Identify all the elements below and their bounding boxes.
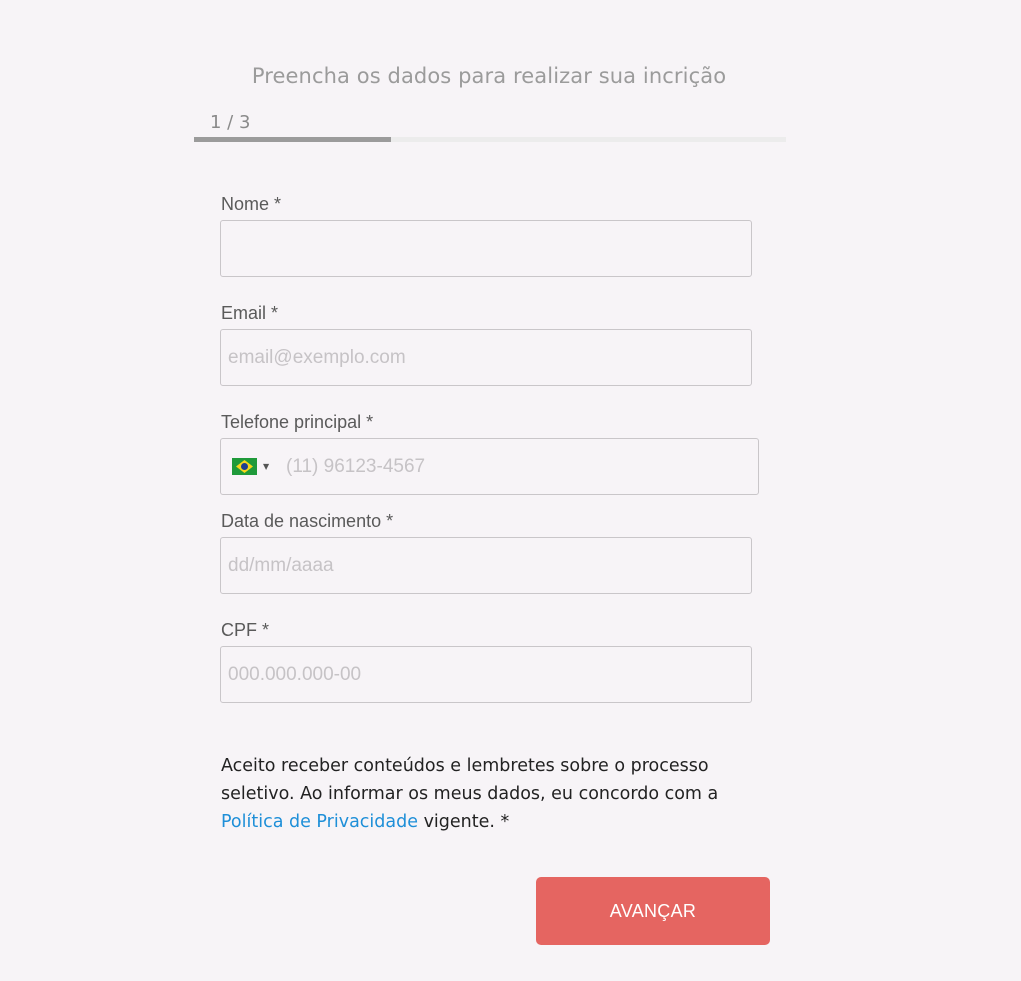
birthdate-input[interactable] — [221, 538, 751, 593]
consent-text-before: Aceito receber conteúdos e lembretes sob… — [221, 756, 719, 804]
consent-text-after: vigente. * — [418, 812, 510, 832]
cpf-label: CPF * — [221, 620, 270, 640]
email-field-container — [220, 329, 752, 386]
next-button[interactable]: AVANÇAR — [536, 877, 770, 945]
signup-page: Preencha os dados para realizar sua incr… — [0, 0, 1021, 981]
page-title: Preencha os dados para realizar sua incr… — [251, 64, 727, 88]
dropdown-caret-icon: ▼ — [263, 462, 270, 471]
name-label: Nome * — [221, 194, 282, 214]
name-field-container — [220, 220, 752, 277]
progress-bar — [194, 137, 786, 142]
name-input[interactable] — [221, 221, 751, 276]
consent-text: Aceito receber conteúdos e lembretes sob… — [221, 752, 781, 836]
birthdate-label: Data de nascimento * — [221, 511, 394, 531]
privacy-policy-link[interactable]: Política de Privacidade — [221, 812, 418, 832]
progress-bar-fill — [194, 137, 392, 142]
step-indicator: 1 / 3 — [210, 112, 251, 133]
cpf-input[interactable] — [221, 647, 751, 702]
country-code-dropdown[interactable]: ▼ — [221, 439, 279, 494]
email-label: Email * — [221, 303, 279, 323]
cpf-field-container — [220, 646, 752, 703]
phone-field-container: ▼ — [220, 438, 759, 495]
phone-input[interactable] — [279, 439, 749, 494]
email-input[interactable] — [221, 330, 751, 385]
brazil-flag-icon — [232, 458, 257, 475]
phone-label: Telefone principal * — [221, 412, 374, 432]
birthdate-field-container — [220, 537, 752, 594]
